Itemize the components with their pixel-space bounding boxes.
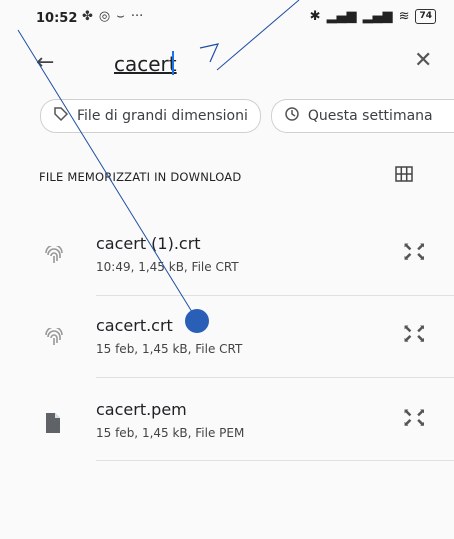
- text-caret: [172, 51, 174, 75]
- list-item[interactable]: cacert.crt 15 feb, 1,45 kB, File CRT ⬉⬈ ⬋…: [0, 316, 454, 386]
- file-name: cacert (1).crt: [96, 234, 201, 253]
- search-input[interactable]: [114, 50, 374, 78]
- divider: [96, 460, 454, 461]
- file-meta: 15 feb, 1,45 kB, File CRT: [96, 342, 243, 356]
- section-title: FILE MEMORIZZATI IN DOWNLOAD: [39, 170, 242, 184]
- fingerprint-icon: [44, 244, 64, 274]
- status-bar: 10:52 ✤ ◎ ⌣ ··· ✱ ▂▄▆ ▂▄▆ ≋ 74: [0, 0, 454, 38]
- list-item[interactable]: cacert (1).crt 10:49, 1,45 kB, File CRT …: [0, 234, 454, 304]
- file-meta: 10:49, 1,45 kB, File CRT: [96, 260, 239, 274]
- instagram-icon: ◎: [98, 9, 111, 24]
- file-meta: 15 feb, 1,45 kB, File PEM: [96, 426, 245, 440]
- filter-chips: File di grandi dimensioni Questa settima…: [40, 99, 454, 133]
- wifi-icon: ≋: [398, 9, 410, 24]
- divider: [96, 377, 454, 378]
- chip-large-files[interactable]: File di grandi dimensioni: [40, 99, 261, 133]
- search-bar: ← ✕: [0, 42, 454, 86]
- arrow-left-icon[interactable]: ←: [36, 50, 62, 76]
- fan-icon: ✤: [82, 9, 93, 24]
- signal-icon: ▂▄▆: [326, 9, 357, 24]
- tag-icon: [53, 106, 69, 126]
- divider: [96, 295, 454, 296]
- document-icon: [44, 412, 62, 440]
- chip-this-week[interactable]: Questa settimana: [270, 99, 454, 133]
- file-name: cacert.crt: [96, 316, 173, 335]
- signal-2-icon: ▂▄▆: [362, 9, 393, 24]
- status-time: 10:52: [36, 11, 78, 26]
- wave-icon: ⌣: [116, 9, 125, 24]
- expand-icon[interactable]: ⬉⬈ ⬋⬊: [403, 323, 429, 344]
- file-name: cacert.pem: [96, 400, 187, 419]
- battery-icon: 74: [415, 9, 436, 24]
- expand-icon[interactable]: ⬉⬈ ⬋⬊: [403, 407, 429, 428]
- history-icon: [284, 106, 300, 126]
- bluetooth-icon: ✱: [309, 9, 321, 24]
- expand-icon[interactable]: ⬉⬈ ⬋⬊: [403, 241, 429, 262]
- chip-label: Questa settimana: [307, 108, 433, 124]
- chip-label: File di grandi dimensioni: [77, 108, 248, 124]
- grid-view-icon[interactable]: [395, 166, 413, 186]
- more-dots-icon: ···: [130, 9, 144, 24]
- close-icon[interactable]: ✕: [414, 48, 432, 73]
- fingerprint-icon: [44, 326, 64, 356]
